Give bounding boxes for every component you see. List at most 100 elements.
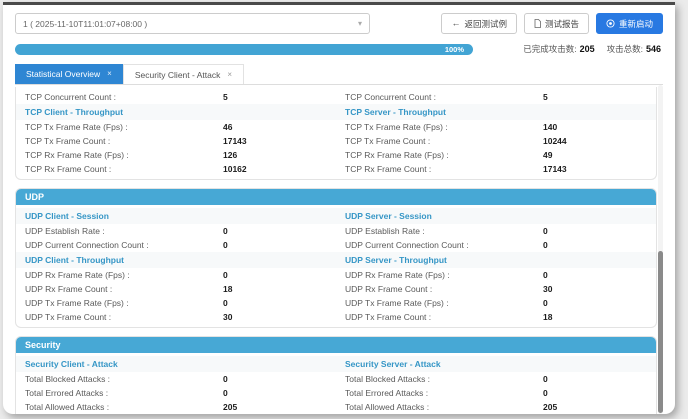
back-button-label: 返回测试例 [464,18,507,30]
progress-row: 100% 已完成攻击数: 205 攻击总数: 546 [15,43,663,55]
tab-security-client-attack[interactable]: Security Client - Attack × [123,64,244,84]
stat-row: TCP Rx Frame Rate (Fps) :126 [16,148,336,162]
stat-value: 5 [543,92,548,102]
content-scrollbar-track[interactable] [658,85,663,414]
section-columns: UDP Client - SessionUDP Establish Rate :… [16,205,656,327]
stat-label: UDP Rx Frame Count : [25,284,223,294]
stat-value: 0 [543,388,548,398]
stat-row: Total Blocked Attacks :0 [16,372,336,386]
restart-icon [606,19,615,28]
stat-label: UDP Tx Frame Count : [25,312,223,322]
test-report-button[interactable]: 测试报告 [524,13,589,34]
tab-bar: Statistical Overview × Security Client -… [15,64,663,85]
stat-label: TCP Concurrent Count : [345,92,543,102]
stat-label: UDP Tx Frame Rate (Fps) : [345,298,543,308]
stat-row: UDP Current Connection Count :0 [336,238,656,252]
subsection-title: UDP Server - Throughput [336,252,656,268]
stat-label: TCP Concurrent Count : [25,92,223,102]
stat-label: Total Blocked Attacks : [345,374,543,384]
stat-row: TCP Tx Frame Count :10244 [336,134,656,148]
stat-value: 5 [223,92,228,102]
back-to-testcase-button[interactable]: ← 返回测试例 [441,13,517,34]
content-sections: TCP Concurrent Count :5TCP Client - Thro… [15,87,657,414]
stat-row: UDP Rx Frame Count :30 [336,282,656,296]
stat-row: UDP Rx Frame Rate (Fps) :0 [16,268,336,282]
iteration-select[interactable]: 1 ( 2025-11-10T11:01:07+08:00 ) ▾ [15,13,370,34]
stat-value: 0 [543,374,548,384]
tab-close-icon[interactable]: × [227,71,232,79]
section-header: Security [16,337,656,353]
stat-row: TCP Rx Frame Count :10162 [16,162,336,176]
completed-attacks-value: 205 [580,44,595,54]
stat-value: 49 [543,150,552,160]
progress-percent-label: 100% [445,45,464,54]
stat-row: TCP Tx Frame Count :17143 [16,134,336,148]
stat-value: 17143 [223,136,247,146]
total-attacks-label: 攻击总数: [607,43,643,55]
stat-row: UDP Establish Rate :0 [16,224,336,238]
section-columns: Security Client - AttackTotal Blocked At… [16,353,656,414]
section-card-top: TCP Concurrent Count :5TCP Client - Thro… [15,87,657,180]
page-background: 1 ( 2025-11-10T11:01:07+08:00 ) ▾ ← 返回测试… [0,0,688,419]
subsection-title: TCP Client - Throughput [16,104,336,120]
stat-value: 0 [223,226,228,236]
stat-column-left: Security Client - AttackTotal Blocked At… [16,353,336,414]
stat-label: Total Errored Attacks : [345,388,543,398]
stat-column-right: TCP Concurrent Count :5TCP Server - Thro… [336,87,656,179]
stat-label: UDP Rx Frame Rate (Fps) : [25,270,223,280]
stat-value: 0 [543,240,548,250]
tab-close-icon[interactable]: × [107,70,112,78]
stat-row: UDP Tx Frame Rate (Fps) :0 [16,296,336,310]
stat-row: UDP Tx Frame Rate (Fps) :0 [336,296,656,310]
tab-statistical-overview[interactable]: Statistical Overview × [15,64,123,84]
report-button-label: 测试报告 [545,18,579,30]
stat-label: TCP Tx Frame Rate (Fps) : [345,122,543,132]
stat-row: Total Allowed Attacks :205 [16,400,336,414]
report-document-icon [534,19,541,28]
subsection-title: Security Client - Attack [16,356,336,372]
subsection-title: UDP Server - Session [336,208,656,224]
stat-label: TCP Rx Frame Count : [25,164,223,174]
stat-value: 0 [223,374,228,384]
stat-row: UDP Rx Frame Rate (Fps) :0 [336,268,656,282]
stat-value: 0 [223,270,228,280]
subsection-title: Security Server - Attack [336,356,656,372]
stat-value: 46 [223,122,232,132]
stat-row: UDP Establish Rate :0 [336,224,656,238]
content-scrollbar-thumb[interactable] [658,251,663,413]
stat-value: 17143 [543,164,567,174]
stat-label: UDP Rx Frame Count : [345,284,543,294]
restart-button[interactable]: 重新启动 [596,13,663,34]
stat-label: UDP Tx Frame Count : [345,312,543,322]
stat-column-left: UDP Client - SessionUDP Establish Rate :… [16,205,336,327]
tab-label: Security Client - Attack [135,70,221,80]
stat-row: Total Errored Attacks :0 [16,386,336,400]
stat-row: TCP Tx Frame Rate (Fps) :140 [336,120,656,134]
stat-row: UDP Tx Frame Count :18 [336,310,656,324]
stat-label: TCP Tx Frame Count : [25,136,223,146]
stat-label: TCP Rx Frame Count : [345,164,543,174]
stat-label: Total Allowed Attacks : [25,402,223,412]
stat-row: UDP Current Connection Count :0 [16,238,336,252]
stat-value: 126 [223,150,237,160]
stat-label: TCP Rx Frame Rate (Fps) : [345,150,543,160]
stat-label: UDP Current Connection Count : [25,240,223,250]
stat-row: Total Blocked Attacks :0 [336,372,656,386]
stat-label: UDP Tx Frame Rate (Fps) : [25,298,223,308]
stat-value: 0 [543,270,548,280]
stat-value: 18 [543,312,552,322]
stat-label: TCP Tx Frame Rate (Fps) : [25,122,223,132]
window-inner: 1 ( 2025-11-10T11:01:07+08:00 ) ▾ ← 返回测试… [3,5,675,414]
stat-row: TCP Concurrent Count :5 [336,90,656,104]
toolbar-buttons: ← 返回测试例 测试报告 重新启动 [441,13,663,34]
stat-value: 205 [543,402,557,412]
section-header: UDP [16,189,656,205]
stat-row: TCP Rx Frame Count :17143 [336,162,656,176]
stat-value: 140 [543,122,557,132]
stat-value: 0 [543,226,548,236]
stat-label: UDP Establish Rate : [25,226,223,236]
stat-column-left: TCP Concurrent Count :5TCP Client - Thro… [16,87,336,179]
chevron-down-icon: ▾ [358,20,362,28]
stat-label: UDP Establish Rate : [345,226,543,236]
stat-row: TCP Concurrent Count :5 [16,90,336,104]
